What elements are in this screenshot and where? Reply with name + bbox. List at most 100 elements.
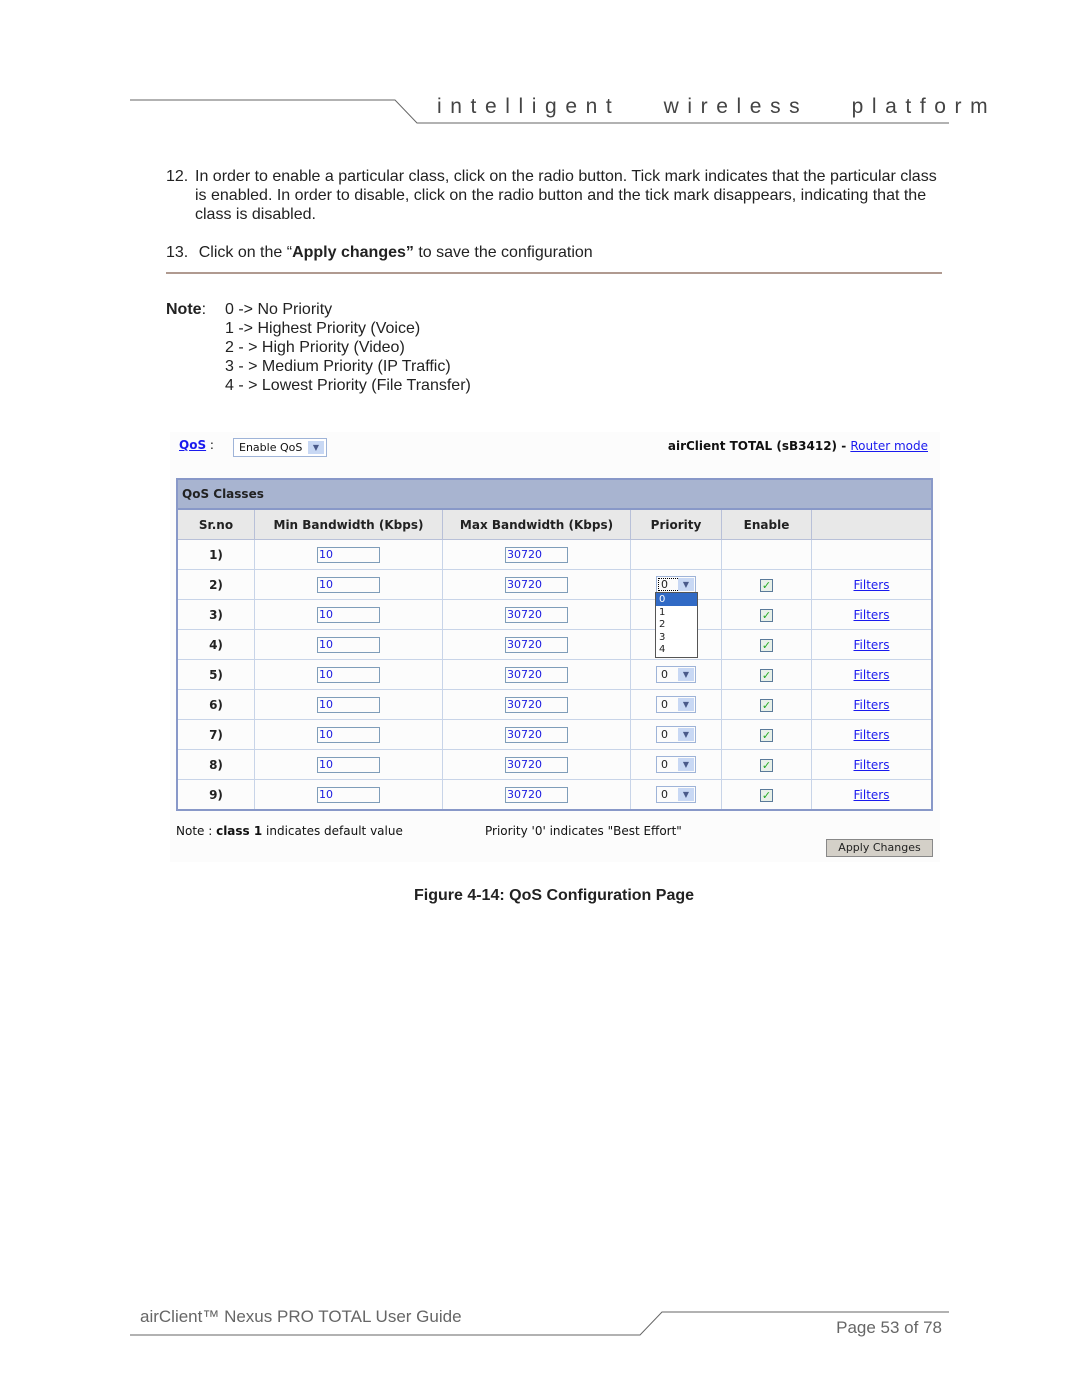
column-header: Max Bandwidth (Kbps)	[442, 508, 631, 540]
min-bandwidth-input[interactable]: 10	[317, 696, 380, 713]
filters-link[interactable]: Filters	[854, 758, 890, 772]
enable-checkbox[interactable]: ✓	[760, 728, 773, 742]
filters-cell: Filters	[811, 719, 933, 750]
step-bold: Apply changes”	[292, 244, 414, 261]
enable-checkbox[interactable]: ✓	[760, 608, 773, 622]
chevron-down-icon: ▼	[678, 668, 694, 681]
chevron-down-icon: ▼	[678, 698, 694, 711]
min-bandwidth-input[interactable]: 10	[317, 666, 380, 683]
note-line: 4 - > Lowest Priority (File Transfer)	[225, 377, 471, 394]
max-bandwidth-input[interactable]: 30720	[505, 756, 568, 773]
max-bandwidth-input[interactable]: 30720	[505, 576, 568, 593]
select-value: 0	[661, 698, 668, 711]
filters-cell: Filters	[811, 749, 933, 780]
step-number: 12.	[166, 168, 189, 185]
max-bandwidth-input[interactable]: 30720	[505, 546, 568, 563]
enable-cell: ✓	[721, 749, 812, 780]
priority-cell: 0 ▼	[630, 719, 722, 750]
filters-cell: Filters	[811, 569, 933, 600]
header-tagline: intelligent wireless platform	[437, 95, 997, 118]
enable-checkbox[interactable]: ✓	[760, 668, 773, 682]
device-name: airClient TOTAL (sB3412) -	[667, 439, 851, 453]
apply-changes-button[interactable]: Apply Changes	[826, 839, 933, 857]
filters-link[interactable]: Filters	[854, 638, 890, 652]
enable-cell: ✓	[721, 779, 812, 811]
select-value: Enable QoS	[239, 441, 303, 454]
page-number: Page 53 of 78	[836, 1318, 942, 1337]
filters-link[interactable]: Filters	[854, 608, 890, 622]
priority-option[interactable]: 0	[656, 593, 697, 606]
column-header: Enable	[721, 508, 812, 540]
sr-no: 1)	[176, 539, 255, 570]
column-header: Sr.no	[176, 508, 255, 540]
max-bandwidth-input[interactable]: 30720	[505, 606, 568, 623]
qos-link[interactable]: QoS	[179, 438, 206, 452]
select-value: 0	[661, 758, 668, 771]
filters-link[interactable]: Filters	[854, 728, 890, 742]
filters-link[interactable]: Filters	[854, 668, 890, 682]
priority-dropdown-list[interactable]: 0 1 2 3 4	[655, 592, 698, 658]
priority-note: Priority '0' indicates "Best Effort"	[485, 824, 682, 838]
step-number: 13.	[166, 244, 189, 261]
note-text: Note :	[176, 824, 217, 838]
min-bandwidth-input[interactable]: 10	[317, 786, 380, 803]
sr-no: 9)	[176, 779, 255, 811]
max-bandwidth-input[interactable]: 30720	[505, 786, 568, 803]
note-line: 2 - > High Priority (Video)	[225, 339, 405, 356]
min-bandwidth-input[interactable]: 10	[317, 726, 380, 743]
sr-no: 7)	[176, 719, 255, 750]
table-row: 4) 10 30720 ✓ Filters	[176, 629, 933, 660]
enable-checkbox[interactable]: ✓	[760, 578, 773, 592]
note-label: Note	[166, 301, 202, 318]
filters-link[interactable]: Filters	[854, 698, 890, 712]
priority-cell: 0 ▼	[630, 749, 722, 780]
document-page: intelligent wireless platform 12. In ord…	[0, 0, 1080, 1397]
enable-cell: ✓	[721, 629, 812, 660]
column-header: Priority	[630, 508, 722, 540]
max-bandwidth-input[interactable]: 30720	[505, 726, 568, 743]
select-value: 0	[661, 728, 668, 741]
qos-enable-select[interactable]: Enable QoS ▼	[233, 438, 327, 457]
filters-link[interactable]: Filters	[854, 788, 890, 802]
max-bandwidth-input[interactable]: 30720	[505, 696, 568, 713]
sr-no: 4)	[176, 629, 255, 660]
priority-cell	[630, 539, 722, 570]
enable-checkbox[interactable]: ✓	[760, 788, 773, 802]
priority-select[interactable]: 0 ▼	[656, 786, 696, 803]
note-line: 0 -> No Priority	[225, 301, 333, 318]
table-row: 9) 10 30720 0 ▼ ✓ Filters	[176, 779, 933, 811]
router-mode-link[interactable]: Router mode	[850, 439, 928, 453]
priority-select[interactable]: 0 ▼	[656, 666, 696, 683]
filters-cell: Filters	[811, 599, 933, 630]
priority-option[interactable]: 4	[656, 643, 697, 656]
priority-cell: 0 ▼	[630, 689, 722, 720]
min-bandwidth-input[interactable]: 10	[317, 546, 380, 563]
min-bandwidth-input[interactable]: 10	[317, 606, 380, 623]
priority-select[interactable]: 0 ▼	[656, 576, 696, 593]
note-line: 1 -> Highest Priority (Voice)	[225, 320, 421, 337]
priority-select[interactable]: 0 ▼	[656, 756, 696, 773]
min-bandwidth-input[interactable]: 10	[317, 756, 380, 773]
chevron-down-icon: ▼	[678, 758, 694, 771]
max-bandwidth-input[interactable]: 30720	[505, 666, 568, 683]
min-bandwidth-input[interactable]: 10	[317, 636, 380, 653]
min-bandwidth-input[interactable]: 10	[317, 576, 380, 593]
sr-no: 5)	[176, 659, 255, 690]
enable-checkbox[interactable]: ✓	[760, 638, 773, 652]
step-12: 12. In order to enable a particular clas…	[166, 167, 946, 224]
priority-option[interactable]: 3	[656, 631, 697, 644]
table-row: 8) 10 30720 0 ▼ ✓ Filters	[176, 749, 933, 780]
table-row: 1) 10 30720	[176, 539, 933, 570]
filters-link[interactable]: Filters	[854, 578, 890, 592]
enable-cell	[721, 539, 812, 570]
chevron-down-icon: ▼	[678, 728, 694, 741]
chevron-down-icon: ▼	[678, 788, 694, 801]
max-bandwidth-input[interactable]: 30720	[505, 636, 568, 653]
enable-checkbox[interactable]: ✓	[760, 698, 773, 712]
priority-option[interactable]: 2	[656, 618, 697, 631]
enable-cell: ✓	[721, 689, 812, 720]
priority-option[interactable]: 1	[656, 606, 697, 619]
priority-select[interactable]: 0 ▼	[656, 696, 696, 713]
priority-select[interactable]: 0 ▼	[656, 726, 696, 743]
enable-checkbox[interactable]: ✓	[760, 758, 773, 772]
